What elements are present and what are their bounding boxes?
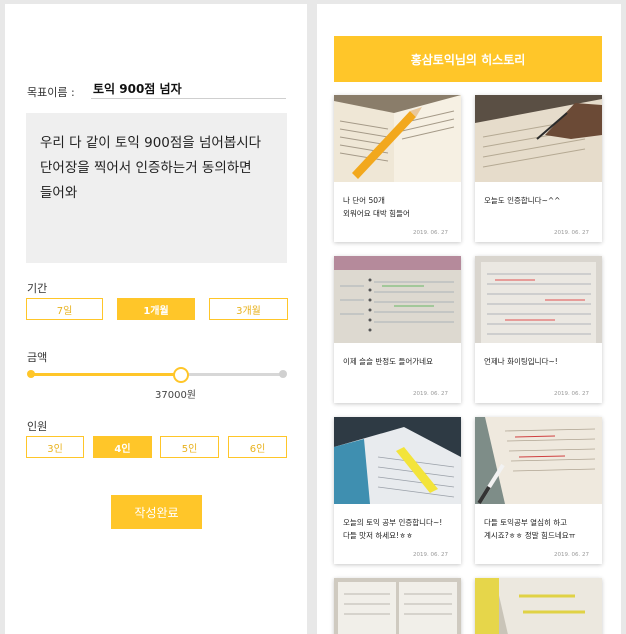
amount-slider-handle[interactable] bbox=[173, 367, 189, 383]
period-option-7days[interactable]: 7일 bbox=[26, 298, 103, 320]
slider-min-dot bbox=[27, 370, 35, 378]
study-photo-textbook-highlighter bbox=[334, 417, 461, 504]
goal-name-label: 목표이름 : bbox=[27, 86, 75, 99]
amount-label: 금액 bbox=[27, 351, 48, 364]
study-photo-book-pen bbox=[475, 417, 602, 505]
amount-value: 37000원 bbox=[155, 390, 197, 401]
people-option-6[interactable]: 6인 bbox=[228, 436, 287, 458]
history-card[interactable]: 이제 슬슬 반정도 들어가네요 2019. 06. 27 bbox=[334, 256, 461, 403]
history-card[interactable]: 오늘도 인증합니다~^^ 2019. 06. 27 bbox=[475, 95, 602, 242]
period-option-1month[interactable]: 1개월 bbox=[117, 298, 195, 320]
goal-name-input[interactable]: 토익 900점 넘자 bbox=[91, 80, 286, 99]
history-caption: 다들 토익공부 열심히 하고 계시죠?ㅎㅎ 정말 힘드네요ㅠ bbox=[484, 518, 576, 540]
history-caption: 나 단어 50개 외워어요 대박 힘들어 bbox=[343, 196, 410, 218]
history-caption: 이제 슬슬 반정도 들어가네요 bbox=[343, 357, 433, 366]
history-date: 2019. 06. 27 bbox=[554, 230, 589, 236]
study-photo-hand-writing bbox=[475, 95, 602, 182]
history-caption: 언제나 화이팅입니다~! bbox=[484, 357, 558, 366]
study-photo-notes bbox=[475, 256, 602, 343]
history-card-partial[interactable] bbox=[475, 578, 602, 634]
history-card[interactable]: 다들 토익공부 열심히 하고 계시죠?ㅎㅎ 정말 힘드네요ㅠ 2019. 06.… bbox=[475, 417, 602, 564]
history-panel: 홍삼토익님의 히스토리 나 단어 50개 외워어요 대박 힘들어 2019. 0… bbox=[317, 4, 621, 634]
history-caption: 오늘도 인증합니다~^^ bbox=[484, 196, 561, 205]
amount-slider-fill[interactable] bbox=[31, 373, 181, 376]
history-date: 2019. 06. 27 bbox=[413, 391, 448, 397]
history-card[interactable]: 나 단어 50개 외워어요 대박 힘들어 2019. 06. 27 bbox=[334, 95, 461, 242]
history-date: 2019. 06. 27 bbox=[413, 552, 448, 558]
people-option-3[interactable]: 3인 bbox=[26, 436, 84, 458]
study-photo-highlighted-page bbox=[475, 578, 602, 634]
history-card[interactable]: 오늘의 토익 공부 인증합니다~! 다들 맛저 하세요!ㅎㅎ 2019. 06.… bbox=[334, 417, 461, 564]
study-photo-open-book bbox=[334, 578, 461, 634]
history-caption: 오늘의 토익 공부 인증합니다~! 다들 맛저 하세요!ㅎㅎ bbox=[343, 518, 443, 540]
history-date: 2019. 06. 27 bbox=[554, 391, 589, 397]
history-card-partial[interactable] bbox=[334, 578, 461, 634]
history-date: 2019. 06. 27 bbox=[554, 552, 589, 558]
people-option-5[interactable]: 5인 bbox=[160, 436, 219, 458]
study-photo-book-pencil bbox=[334, 95, 461, 182]
history-title: 홍삼토익님의 히스토리 bbox=[334, 36, 602, 82]
study-photo-notebook bbox=[334, 256, 461, 343]
goal-form-panel: 목표이름 : 토익 900점 넘자 우리 다 같이 토익 900점을 넘어봅시다… bbox=[5, 4, 307, 634]
people-label: 인원 bbox=[27, 420, 48, 433]
goal-description-textarea[interactable]: 우리 다 같이 토익 900점을 넘어봅시다 단어장을 찍어서 인증하는거 동의… bbox=[26, 113, 287, 263]
amount-slider-track[interactable] bbox=[181, 373, 283, 376]
period-label: 기간 bbox=[27, 282, 48, 295]
history-card[interactable]: 언제나 화이팅입니다~! 2019. 06. 27 bbox=[475, 256, 602, 403]
people-option-4[interactable]: 4인 bbox=[93, 436, 152, 458]
slider-max-dot bbox=[279, 370, 287, 378]
submit-button[interactable]: 작성완료 bbox=[111, 495, 202, 529]
history-date: 2019. 06. 27 bbox=[413, 230, 448, 236]
period-option-3months[interactable]: 3개월 bbox=[209, 298, 288, 320]
